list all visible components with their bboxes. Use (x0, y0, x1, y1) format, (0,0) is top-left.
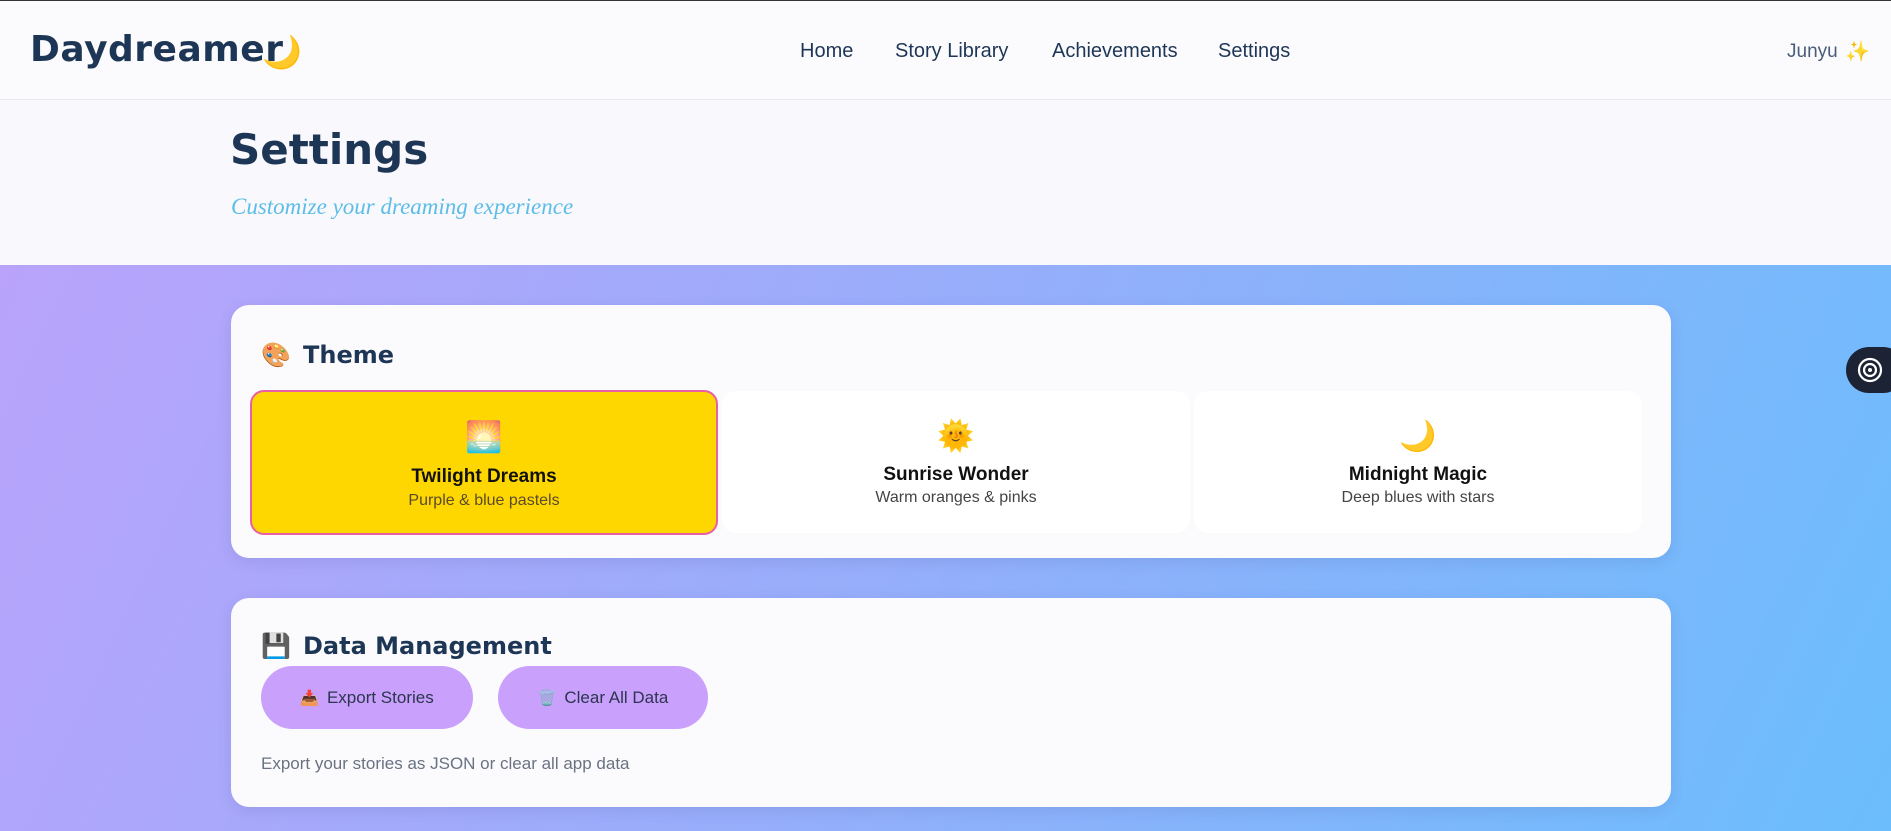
theme-option-name: Sunrise Wonder (883, 464, 1029, 485)
theme-option-name: Midnight Magic (1348, 464, 1488, 485)
theme-option-sunrise-wonder[interactable]: 🌞 Sunrise Wonder Warm oranges & pinks (722, 391, 1190, 533)
data-management-note: Export your stories as JSON or clear all… (261, 754, 630, 773)
theme-option-name: Twilight Dreams (411, 466, 557, 487)
theme-option-description: Deep blues with stars (1341, 489, 1495, 506)
page-subtitle: Customize your dreaming experience (231, 194, 574, 219)
export-stories-button[interactable]: 📥 Export Stories (261, 666, 473, 729)
data-management-section-title: Data Management (303, 632, 552, 660)
floppy-disk-icon: 💾 (261, 632, 291, 660)
export-stories-label: Export Stories (326, 687, 434, 707)
palette-icon: 🎨 (261, 341, 291, 369)
theme-option-twilight-dreams[interactable]: 🌅 Twilight Dreams Purple & blue pastels (250, 390, 718, 535)
top-navigation-bar: Daydreamer 🌙 Home Story Library Achievem… (0, 0, 1891, 100)
theme-option-description: Purple & blue pastels (408, 492, 560, 509)
trash-icon: 🗑️ (537, 689, 557, 707)
clear-all-data-button[interactable]: 🗑️ Clear All Data (498, 666, 708, 729)
nav-settings-link[interactable]: Settings (1218, 40, 1290, 63)
sunset-icon: 🌅 (465, 421, 503, 454)
page-title: Settings (230, 125, 429, 174)
theme-settings-card: 🎨 Theme 🌅 Twilight Dreams Purple & blue … (231, 305, 1671, 558)
nav-achievements-link[interactable]: Achievements (1052, 40, 1178, 63)
nav-story-library-link[interactable]: Story Library (895, 40, 1008, 63)
theme-section-title: Theme (303, 341, 395, 369)
app-logo[interactable]: Daydreamer (30, 29, 283, 70)
clear-all-data-label: Clear All Data (564, 687, 669, 707)
theme-option-description: Warm oranges & pinks (875, 489, 1037, 506)
user-name[interactable]: Junyu (1787, 41, 1838, 63)
theme-option-midnight-magic[interactable]: 🌙 Midnight Magic Deep blues with stars (1194, 391, 1642, 533)
floating-assistant-button[interactable] (1846, 347, 1891, 393)
target-icon (1857, 357, 1883, 383)
data-management-card: 💾 Data Management 📥 Export Stories 🗑️ Cl… (231, 598, 1671, 807)
sun-icon: 🌞 (937, 420, 975, 453)
sparkles-icon: ✨ (1845, 39, 1870, 63)
nav-home-link[interactable]: Home (800, 40, 853, 63)
download-tray-icon: 📥 (300, 689, 319, 707)
moon-icon: 🌙 (1399, 420, 1437, 453)
moon-icon: 🌙 (262, 33, 302, 71)
